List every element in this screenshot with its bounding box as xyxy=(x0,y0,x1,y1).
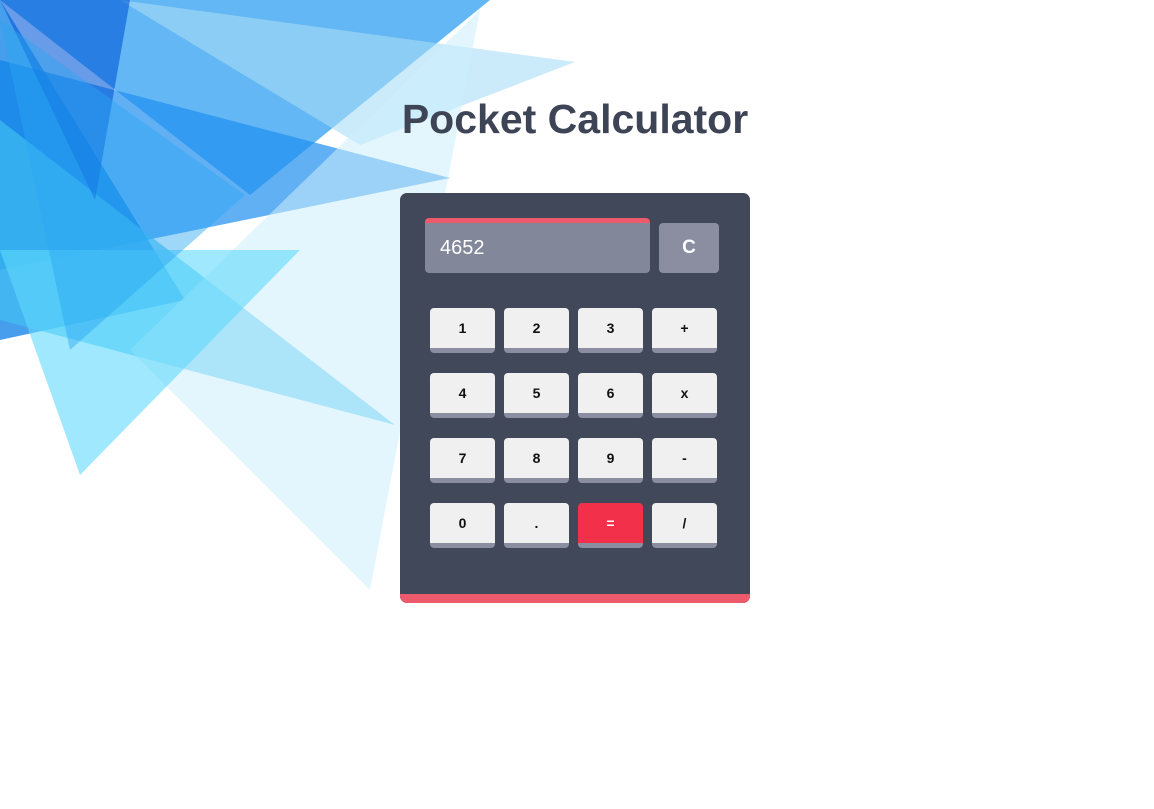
page: Pocket Calculator C 1 2 3 + 4 5 6 x 7 8 … xyxy=(0,0,1154,809)
key-plus[interactable]: + xyxy=(652,308,717,353)
key-divide[interactable]: / xyxy=(652,503,717,548)
key-0[interactable]: 0 xyxy=(430,503,495,548)
key-equals[interactable]: = xyxy=(578,503,643,548)
display-field[interactable] xyxy=(425,218,650,273)
key-4[interactable]: 4 xyxy=(430,373,495,418)
key-decimal[interactable]: . xyxy=(504,503,569,548)
key-2[interactable]: 2 xyxy=(504,308,569,353)
calculator-bottom-accent xyxy=(400,594,750,603)
key-8[interactable]: 8 xyxy=(504,438,569,483)
key-minus[interactable]: - xyxy=(652,438,717,483)
clear-button[interactable]: C xyxy=(659,223,719,273)
key-9[interactable]: 9 xyxy=(578,438,643,483)
key-1[interactable]: 1 xyxy=(430,308,495,353)
key-6[interactable]: 6 xyxy=(578,373,643,418)
calculator: C 1 2 3 + 4 5 6 x 7 8 9 - 0 . = / xyxy=(400,193,750,603)
page-title: Pocket Calculator xyxy=(401,96,749,142)
key-5[interactable]: 5 xyxy=(504,373,569,418)
key-7[interactable]: 7 xyxy=(430,438,495,483)
key-multiply[interactable]: x xyxy=(652,373,717,418)
key-3[interactable]: 3 xyxy=(578,308,643,353)
